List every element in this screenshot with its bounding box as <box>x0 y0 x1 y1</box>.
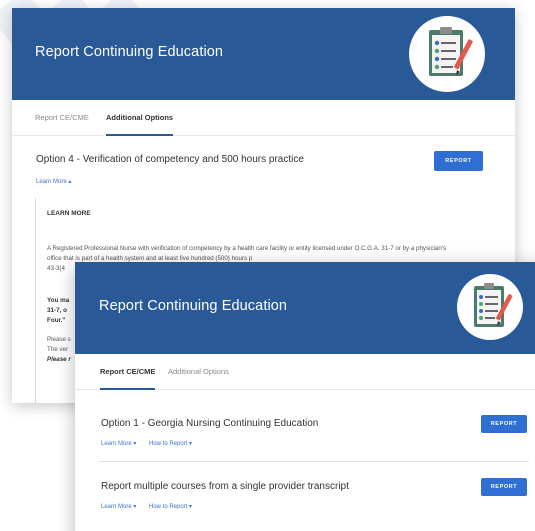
card-header: Report Continuing Education <box>12 8 515 100</box>
how-to-report-link[interactable]: How to Report ▾ <box>149 503 192 510</box>
tab-report-ce-cme[interactable]: Report CE/CME <box>35 100 89 135</box>
learn-more-body-tail: 43-3(4 <box>47 265 65 272</box>
bold-line-1: You ma <box>47 297 70 304</box>
report-button[interactable]: REPORT <box>434 151 483 171</box>
divider <box>99 461 529 462</box>
front-card: Report Continuing Education Report CE/CM… <box>75 262 535 531</box>
bold-line-3: Four." <box>47 317 66 324</box>
tab-report-ce-cme[interactable]: Report CE/CME <box>100 354 156 390</box>
note-line-1: Please s <box>47 336 71 343</box>
tab-bar: Report CE/CME Additional Options <box>75 354 535 390</box>
learn-more-link[interactable]: Learn More ▾ <box>101 503 136 510</box>
learn-more-body-text: A Registered Professional Nurse with ver… <box>47 245 447 262</box>
learn-more-heading: LEARN MORE <box>47 210 91 217</box>
report-button[interactable]: REPORT <box>481 478 527 496</box>
bold-line-2: 31-7, o <box>47 307 67 314</box>
note-line-2: The ver <box>47 346 68 353</box>
how-to-report-link[interactable]: How to Report ▾ <box>149 440 192 447</box>
learn-more-link[interactable]: Learn More ▴ <box>36 178 71 185</box>
tab-bar: Report CE/CME Additional Options <box>12 100 515 136</box>
clipboard-checklist-icon <box>457 274 523 340</box>
option-title: Report multiple courses from a single pr… <box>101 481 349 492</box>
option-title: Option 1 - Georgia Nursing Continuing Ed… <box>101 418 319 429</box>
report-button[interactable]: REPORT <box>481 415 527 433</box>
card-header: Report Continuing Education <box>75 262 535 354</box>
tab-additional-options[interactable]: Additional Options <box>106 100 174 136</box>
clipboard-checklist-icon <box>409 16 485 92</box>
tab-additional-options[interactable]: Additional Options <box>168 354 229 389</box>
page-title: Report Continuing Education <box>99 298 288 314</box>
page-title: Report Continuing Education <box>35 44 224 60</box>
note-line-3: Please r <box>47 356 71 363</box>
learn-more-link[interactable]: Learn More ▾ <box>101 440 136 447</box>
option-title: Option 4 - Verification of competency an… <box>36 154 304 165</box>
